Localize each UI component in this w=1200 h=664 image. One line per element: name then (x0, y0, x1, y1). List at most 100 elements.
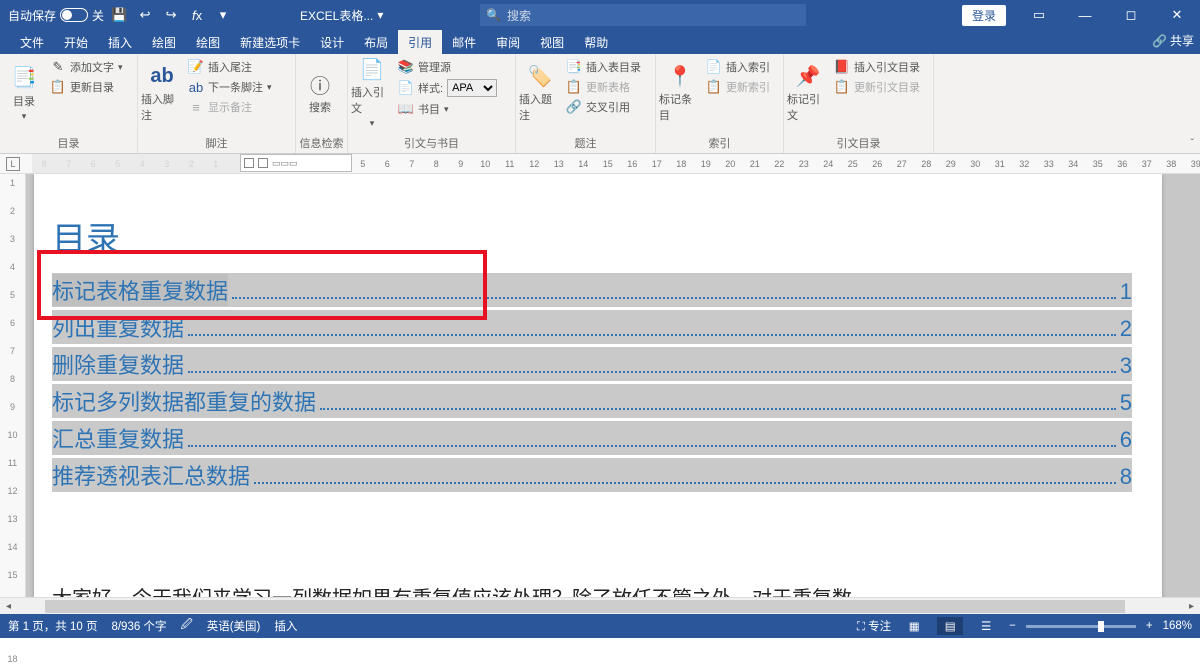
qat-more-icon[interactable]: ▾ (212, 4, 234, 26)
chevron-down-icon: ▾ (22, 111, 27, 122)
zoom-value[interactable]: 168% (1163, 620, 1192, 632)
mark-entry-button[interactable]: 📍 标记条目 (659, 58, 701, 128)
status-words[interactable]: 8/936 个字 (111, 618, 166, 634)
menu-tab-3[interactable]: 绘图 (142, 30, 186, 55)
group-label: 目录 (3, 133, 134, 153)
view-print-icon[interactable]: ▤ (937, 617, 963, 635)
add-text-button[interactable]: ✎添加文字▾ (47, 58, 126, 76)
autosave-state: 关 (92, 7, 104, 24)
menu-tab-7[interactable]: 布局 (354, 30, 398, 55)
scrollbar-horizontal[interactable]: ◂ ▸ (0, 597, 1200, 614)
menu-tab-2[interactable]: 插入 (98, 30, 142, 55)
scroll-right-icon[interactable]: ▸ (1183, 601, 1200, 612)
tab-selector-icon[interactable]: L (6, 157, 20, 171)
style-dropdown[interactable]: APA (447, 79, 497, 97)
toc-entry[interactable]: 推荐透视表汇总数据 8 (52, 458, 1132, 492)
minimize-icon[interactable]: — (1062, 0, 1108, 30)
caption-icon: 🏷️ (527, 63, 553, 89)
fx-icon[interactable]: fx (186, 4, 208, 26)
toc-leader-dots (232, 297, 1116, 299)
close-icon[interactable]: ✕ (1154, 0, 1200, 30)
insert-auth-icon: 📕 (834, 59, 850, 75)
update-toc-button[interactable]: 📋更新目录 (47, 78, 126, 96)
menu-tab-0[interactable]: 文件 (10, 30, 54, 55)
research-button[interactable]: ⓘ 搜索 (299, 58, 341, 128)
ruler-floating-toolbar[interactable]: ▭▭▭ (240, 154, 352, 172)
status-language[interactable]: 英语(美国) (207, 618, 261, 634)
share-button[interactable]: 🔗 共享 (1152, 32, 1194, 49)
insert-caption-button[interactable]: 🏷️ 插入题注 (519, 58, 561, 128)
toc-entry[interactable]: 删除重复数据3 (52, 347, 1132, 381)
cross-reference-button[interactable]: 🔗交叉引用 (563, 98, 644, 116)
insert-index-button[interactable]: 📄插入索引 (703, 58, 773, 76)
menu-tab-9[interactable]: 邮件 (442, 30, 486, 55)
show-notes-button[interactable]: ≡显示备注 (185, 98, 275, 116)
menu-tab-10[interactable]: 审阅 (486, 30, 530, 55)
toc-entry[interactable]: 汇总重复数据 6 (52, 421, 1132, 455)
toc-entry[interactable]: 列出重复数据2 (52, 310, 1132, 344)
bibliography-button[interactable]: 📖书目▾ (395, 100, 500, 118)
menu-tab-11[interactable]: 视图 (530, 30, 574, 55)
menu-tab-6[interactable]: 设计 (310, 30, 354, 55)
menu-tab-5[interactable]: 新建选项卡 (230, 30, 310, 55)
insert-citation-button[interactable]: 📄 插入引文 ▾ (351, 58, 393, 128)
status-proofing-icon[interactable]: 🖉 (180, 617, 192, 636)
mark-citation-button[interactable]: 📌 标记引文 (787, 58, 829, 128)
toc-entry-page: 8 (1120, 464, 1132, 490)
menu-tab-12[interactable]: 帮助 (574, 30, 618, 55)
document-title[interactable]: EXCEL表格... ▾ (300, 7, 383, 24)
zoom-out-icon[interactable]: − (1009, 620, 1016, 632)
group-label: 脚注 (141, 133, 292, 153)
autosave-toggle[interactable]: 自动保存 关 (8, 7, 104, 24)
share-icon: 🔗 (1152, 34, 1167, 48)
menu-tab-1[interactable]: 开始 (54, 30, 98, 55)
scroll-thumb[interactable] (45, 600, 1125, 613)
menu-tab-8[interactable]: 引用 (398, 30, 442, 55)
maximize-icon[interactable]: ◻ (1108, 0, 1154, 30)
ribbon-options-icon[interactable]: ▭ (1016, 0, 1062, 30)
update-index-button[interactable]: 📋更新索引 (703, 78, 773, 96)
toc-entry[interactable]: 标记表格重复数据1 (52, 273, 1132, 307)
toc-entry-text: 推荐透视表汇总数据 (52, 459, 250, 491)
toc-button[interactable]: 📑 目录 ▾ (3, 58, 45, 128)
toc-entry-page: 1 (1120, 279, 1132, 305)
update-authorities-button[interactable]: 📋更新引文目录 (831, 78, 923, 96)
update-icon: 📋 (706, 79, 722, 95)
insert-table-of-figures-button[interactable]: 📑插入表目录 (563, 58, 644, 76)
insert-footnote-button[interactable]: ab 插入脚注 (141, 58, 183, 128)
zoom-slider[interactable] (1026, 625, 1136, 628)
group-index: 📍 标记条目 📄插入索引 📋更新索引 索引 (656, 54, 784, 153)
redo-icon[interactable]: ↪ (160, 4, 182, 26)
search-icon: 🔍 (486, 8, 501, 22)
group-toc: 📑 目录 ▾ ✎添加文字▾ 📋更新目录 目录 (0, 54, 138, 153)
update-table-button[interactable]: 📋更新表格 (563, 78, 644, 96)
menu-tab-4[interactable]: 绘图 (186, 30, 230, 55)
ruler-vertical[interactable]: 123456789101112131415161718 (0, 174, 26, 614)
search-input[interactable]: 🔍 搜索 (480, 4, 806, 26)
focus-mode-button[interactable]: ⛶ 专注 (857, 618, 891, 634)
group-footnote: ab 插入脚注 📝插入尾注 ab下一条脚注▾ ≡显示备注 脚注 (138, 54, 296, 153)
status-mode[interactable]: 插入 (274, 618, 297, 634)
page-scroll-area[interactable]: 目录 标记表格重复数据1列出重复数据2删除重复数据3标记多列数据都重复的数据5汇… (26, 174, 1200, 614)
collapse-ribbon-icon[interactable]: ˇ (1191, 138, 1194, 149)
toc-entry[interactable]: 标记多列数据都重复的数据5 (52, 384, 1132, 418)
zoom-in-icon[interactable]: + (1146, 620, 1153, 632)
login-button[interactable]: 登录 (962, 5, 1006, 26)
scroll-left-icon[interactable]: ◂ (0, 601, 17, 612)
view-read-icon[interactable]: ▦ (901, 617, 927, 635)
group-research: ⓘ 搜索 信息检索 (296, 54, 348, 153)
insert-endnote-button[interactable]: 📝插入尾注 (185, 58, 275, 76)
manage-sources-button[interactable]: 📚管理源 (395, 58, 500, 76)
insert-index-icon: 📄 (706, 59, 722, 75)
citation-style-select[interactable]: 📄 样式: APA (395, 78, 500, 98)
undo-icon[interactable]: ↩ (134, 4, 156, 26)
ruler-horizontal[interactable]: L 87654321 12345678910111213141516171819… (0, 154, 1200, 174)
insert-authorities-button[interactable]: 📕插入引文目录 (831, 58, 923, 76)
status-page[interactable]: 第 1 页，共 10 页 (8, 618, 97, 634)
save-icon[interactable]: 💾 (108, 4, 130, 26)
autosave-label: 自动保存 (8, 7, 56, 24)
next-footnote-button[interactable]: ab下一条脚注▾ (185, 78, 275, 96)
toc-entry-text: 汇总重复数据 (52, 422, 184, 454)
toc-entry-page: 6 (1120, 427, 1132, 453)
view-web-icon[interactable]: ☰ (973, 617, 999, 635)
